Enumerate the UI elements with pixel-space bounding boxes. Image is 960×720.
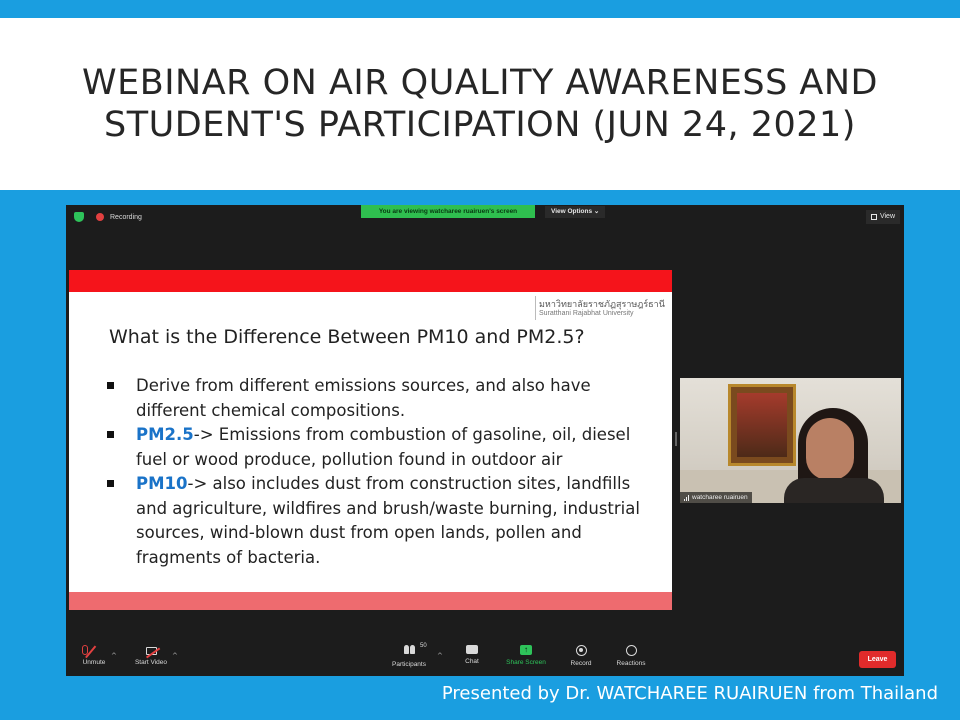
participants-button[interactable]: 50 Participants	[386, 643, 432, 668]
slide-top-bar	[69, 270, 672, 292]
start-video-button[interactable]: Start Video	[130, 645, 172, 666]
view-button-label: View	[879, 213, 895, 220]
muted-microphone-icon	[82, 645, 88, 655]
bullet-item: PM10-> also includes dust from construct…	[107, 472, 647, 570]
view-button[interactable]: View	[865, 210, 900, 224]
bullet-text: -> also includes dust from construction …	[136, 474, 640, 567]
bullet-item: Derive from different emissions sources,…	[107, 374, 647, 423]
shield-icon[interactable]	[74, 212, 84, 222]
slide-title-band: WEBINAR ON AIR QUALITY AWARENESS AND STU…	[0, 18, 960, 190]
slide-bottom-bar	[69, 592, 672, 610]
viewing-screen-banner: You are viewing watcharee ruairuen's scr…	[361, 205, 535, 218]
participant-name: watcharee ruairuen	[692, 494, 748, 501]
chat-label: Chat	[465, 658, 479, 665]
bullet-term-pm10: PM10	[136, 474, 188, 493]
video-options-caret[interactable]: ^	[172, 652, 178, 660]
reactions-icon	[625, 645, 637, 656]
record-button[interactable]: Record	[566, 645, 596, 667]
zoom-meeting-window: Recording You are viewing watcharee ruai…	[66, 205, 904, 676]
video-off-icon	[145, 647, 157, 655]
video-portrait-frame	[728, 384, 796, 466]
university-name-thai: มหาวิทยาลัยราชภัฏสุราษฎร์ธานี	[539, 300, 665, 310]
shared-screen-slide: มหาวิทยาลัยราชภัฏสุราษฎร์ธานี Suratthani…	[69, 270, 672, 610]
bullet-term-pm25: PM2.5	[136, 425, 194, 444]
chat-button[interactable]: Chat	[458, 645, 486, 665]
gallery-icon	[870, 214, 877, 220]
slide-title: WEBINAR ON AIR QUALITY AWARENESS AND STU…	[20, 62, 940, 146]
participant-count: 50	[420, 643, 427, 649]
unmute-label: Unmute	[82, 659, 106, 666]
record-label: Record	[570, 660, 592, 667]
participant-video-tile[interactable]: watcharee ruairuen	[680, 378, 901, 503]
signal-icon	[684, 494, 689, 501]
participant-name-tag: watcharee ruairuen	[680, 492, 752, 503]
recording-label: Recording	[110, 213, 142, 221]
record-icon	[575, 645, 587, 656]
audio-options-caret[interactable]: ^	[111, 652, 117, 660]
bullet-text: -> Emissions from combustion of gasoline…	[136, 425, 631, 469]
slide-title-line-2: STUDENT'S PARTICIPATION (JUN 24, 2021)	[104, 105, 856, 145]
participants-options-caret[interactable]: ^	[437, 652, 443, 660]
slide-title-line-1: WEBINAR ON AIR QUALITY AWARENESS AND	[81, 63, 879, 103]
reactions-label: Reactions	[616, 660, 646, 667]
unmute-button[interactable]: Unmute	[78, 645, 110, 666]
share-screen-label: Share Screen	[506, 659, 546, 666]
participants-icon: 50	[402, 643, 427, 657]
split-handle[interactable]	[675, 432, 677, 446]
presenter-caption: Presented by Dr. WATCHAREE RUAIRUEN from…	[441, 683, 938, 704]
leave-button[interactable]: Leave	[859, 651, 896, 668]
university-name-english: Suratthani Rajabhat University	[539, 310, 634, 317]
start-video-label: Start Video	[134, 659, 168, 666]
bullet-item: PM2.5-> Emissions from combustion of gas…	[107, 423, 647, 472]
share-screen-button[interactable]: ↑ Share Screen	[502, 645, 550, 666]
logo-divider	[535, 296, 536, 320]
shared-slide-heading: What is the Difference Between PM10 and …	[109, 326, 585, 348]
meeting-toolbar: Unmute ^ Start Video ^ 50 Participants ^…	[66, 643, 904, 676]
chat-icon	[466, 645, 478, 654]
recording-icon	[96, 213, 104, 221]
bullet-list: Derive from different emissions sources,…	[107, 374, 647, 570]
view-options-button[interactable]: View Options ⌄	[545, 206, 606, 218]
bullet-text: Derive from different emissions sources,…	[136, 376, 591, 420]
reactions-button[interactable]: Reactions	[611, 645, 651, 667]
share-screen-icon: ↑	[520, 645, 532, 655]
participants-label: Participants	[392, 661, 426, 668]
meeting-status: Recording	[74, 212, 142, 222]
